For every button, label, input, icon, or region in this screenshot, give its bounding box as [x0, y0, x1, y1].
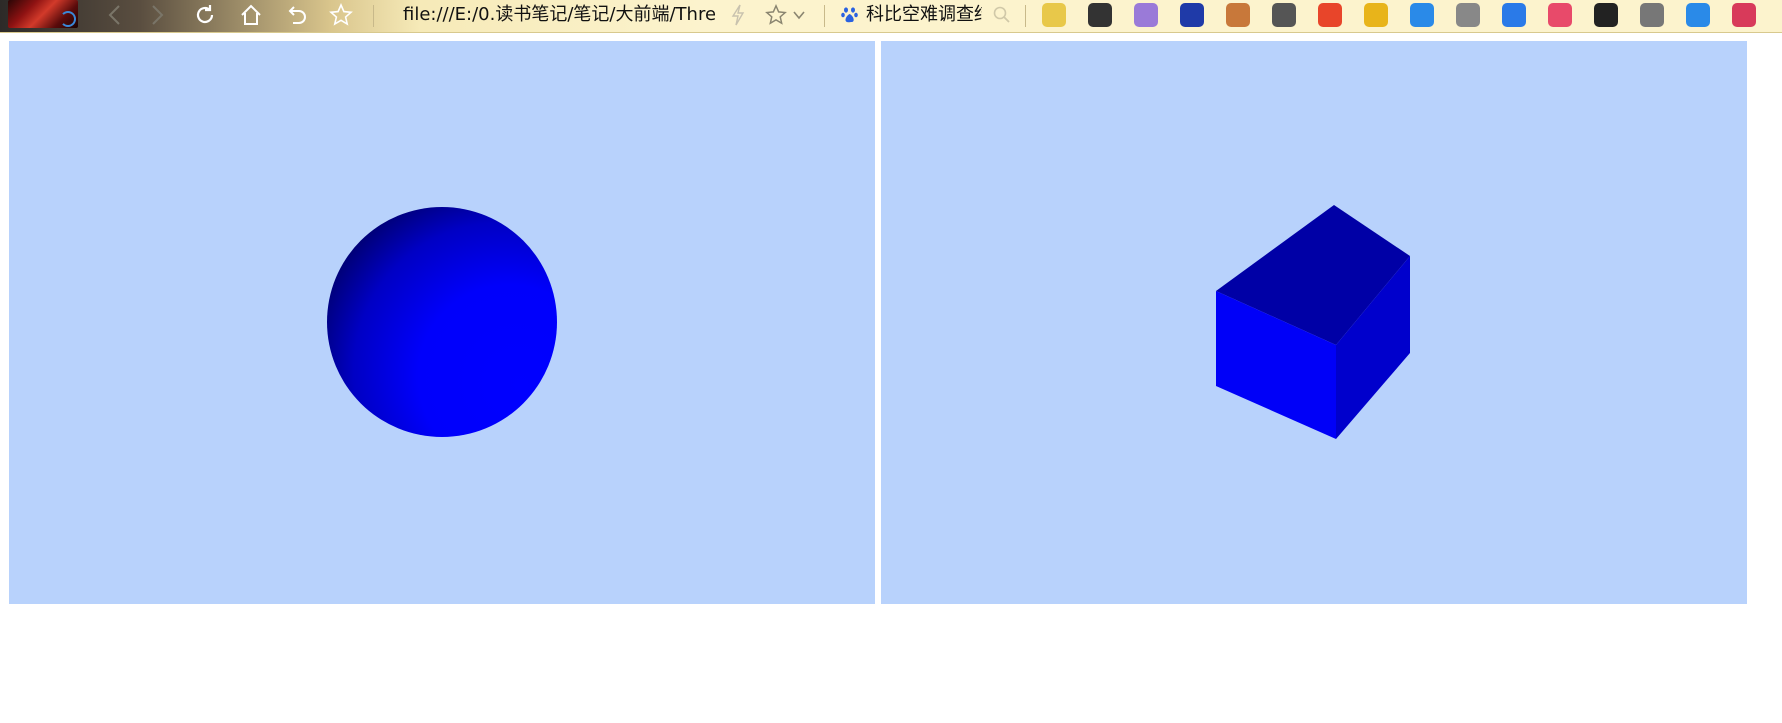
- back-button[interactable]: [100, 2, 130, 28]
- favorite-star-icon: [329, 3, 353, 26]
- favorite-button[interactable]: [326, 2, 356, 28]
- qr-code-icon[interactable]: [1088, 3, 1112, 27]
- screen-capture-icon[interactable]: [1180, 3, 1204, 27]
- toolbar-divider: [373, 5, 374, 27]
- translate-text-icon[interactable]: [1272, 3, 1296, 27]
- sphere-viewport[interactable]: [9, 41, 875, 604]
- en-dict-icon[interactable]: [1594, 3, 1618, 27]
- speed-mode-button[interactable]: [728, 2, 748, 28]
- baidu-paw-icon: [841, 7, 858, 23]
- select-translate-icon[interactable]: [1640, 3, 1664, 27]
- cat-icon[interactable]: [1502, 3, 1526, 27]
- address-bar[interactable]: file:///E:/0.读书笔记/笔记/大前端/Three: [403, 0, 715, 30]
- home-icon: [241, 4, 261, 25]
- apps-grid-icon[interactable]: [1042, 3, 1066, 27]
- note-icon[interactable]: [1686, 3, 1710, 27]
- screenshot-tool-icon[interactable]: [1732, 3, 1756, 27]
- undo-button[interactable]: [282, 2, 312, 28]
- search-engine-button[interactable]: [838, 2, 862, 28]
- translator-icon[interactable]: [1410, 3, 1434, 27]
- lightning-icon: [731, 4, 745, 26]
- undo-icon: [288, 6, 306, 24]
- toolbar-divider: [824, 5, 825, 27]
- refresh-icon: [196, 5, 214, 24]
- search-button[interactable]: [990, 2, 1014, 28]
- gesture-icon[interactable]: [1456, 3, 1480, 27]
- back-icon: [108, 5, 120, 25]
- cube-mesh[interactable]: [1216, 205, 1410, 439]
- cube-viewport[interactable]: [881, 41, 1747, 604]
- search-icon: [993, 6, 1010, 23]
- toolbar-divider: [1025, 5, 1026, 27]
- monkey-icon[interactable]: [1226, 3, 1250, 27]
- media-icon[interactable]: [1134, 3, 1158, 27]
- cube-canvas: [1216, 205, 1410, 439]
- refresh-button[interactable]: [190, 2, 220, 28]
- music-icon[interactable]: [1318, 3, 1342, 27]
- chevron-down-icon: [793, 11, 805, 20]
- user-avatar[interactable]: [8, 0, 78, 28]
- browser-toolbar: file:///E:/0.读书笔记/笔记/大前端/Three 科比空难调查结: [0, 0, 1782, 33]
- search-input[interactable]: 科比空难调查结: [866, 0, 982, 30]
- sphere-mesh[interactable]: [327, 207, 557, 437]
- fox-icon[interactable]: [1364, 3, 1388, 27]
- home-button[interactable]: [236, 2, 266, 28]
- bookmark-dropdown[interactable]: [790, 2, 808, 28]
- sphere-canvas: [327, 207, 557, 437]
- forward-button[interactable]: [142, 2, 172, 28]
- forward-icon: [152, 5, 164, 25]
- bookmark-star-icon: [765, 4, 787, 25]
- pinwheel-icon[interactable]: [1548, 3, 1572, 27]
- bookmark-button[interactable]: [764, 2, 788, 28]
